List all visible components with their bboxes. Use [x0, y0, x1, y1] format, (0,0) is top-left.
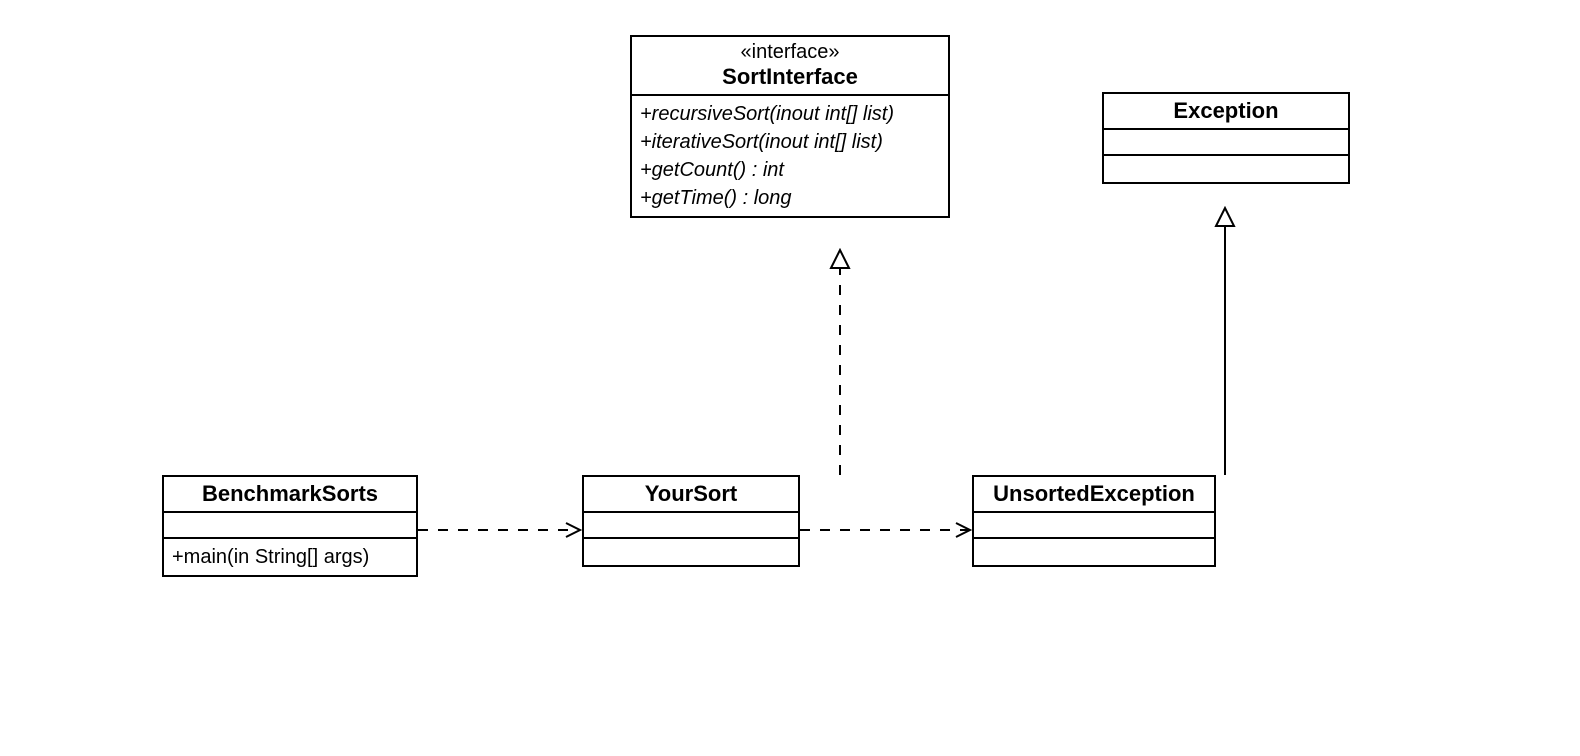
methods-compartment [974, 539, 1214, 565]
attributes-compartment [974, 513, 1214, 539]
class-name: BenchmarkSorts [172, 481, 408, 507]
header-compartment: «interface» SortInterface [632, 37, 948, 96]
methods-compartment [584, 539, 798, 565]
header-compartment: YourSort [584, 477, 798, 513]
methods-compartment: +main(in String[] args) [164, 539, 416, 575]
class-exception: Exception [1102, 92, 1350, 184]
methods-compartment: +recursiveSort(inout int[] list) +iterat… [632, 96, 948, 216]
class-sortinterface: «interface» SortInterface +recursiveSort… [630, 35, 950, 218]
header-compartment: Exception [1104, 94, 1348, 130]
methods-compartment [1104, 156, 1348, 182]
class-unsortedexception: UnsortedException [972, 475, 1216, 567]
method: +iterativeSort(inout int[] list) [640, 128, 940, 156]
class-benchmarksorts: BenchmarkSorts +main(in String[] args) [162, 475, 418, 577]
method: +main(in String[] args) [172, 543, 408, 571]
class-name: YourSort [592, 481, 790, 507]
class-name: UnsortedException [982, 481, 1206, 507]
class-name: SortInterface [640, 64, 940, 90]
method: +getCount() : int [640, 156, 940, 184]
class-name: Exception [1112, 98, 1340, 124]
header-compartment: UnsortedException [974, 477, 1214, 513]
method: +getTime() : long [640, 184, 940, 212]
class-yoursort: YourSort [582, 475, 800, 567]
attributes-compartment [1104, 130, 1348, 156]
attributes-compartment [164, 513, 416, 539]
attributes-compartment [584, 513, 798, 539]
header-compartment: BenchmarkSorts [164, 477, 416, 513]
method: +recursiveSort(inout int[] list) [640, 100, 940, 128]
stereotype: «interface» [640, 41, 940, 64]
